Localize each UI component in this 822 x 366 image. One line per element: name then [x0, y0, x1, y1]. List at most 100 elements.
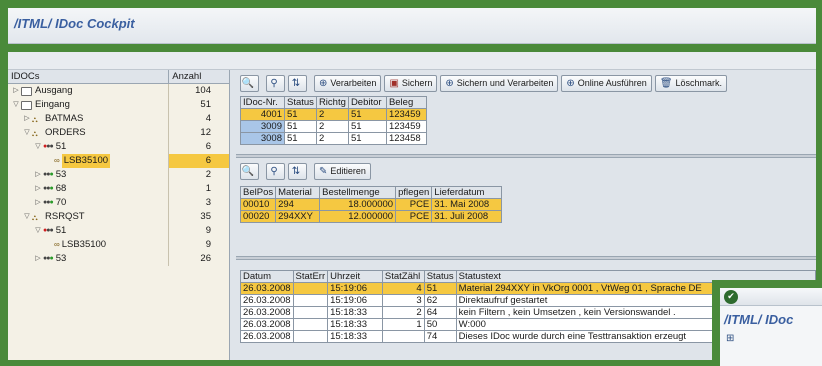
- status_table-header[interactable]: StatZähl: [381, 270, 425, 283]
- table-row[interactable]: 00020 294XXY 12.000000 PCE 31. Juli 2008: [239, 210, 503, 223]
- expand-arrow-icon[interactable]: ▷: [33, 168, 43, 182]
- table-cell: 2: [315, 132, 349, 145]
- tree-node[interactable]: ▷ ⛬ BATMAS 4: [8, 112, 229, 126]
- tree-node-label: 53: [55, 253, 67, 264]
- table-cell: 4001: [240, 108, 285, 121]
- pos_table-header[interactable]: BelPos: [239, 186, 277, 199]
- tree-header-anzahl[interactable]: Anzahl: [169, 70, 229, 83]
- table-cell: 31. Juli 2008: [431, 210, 503, 223]
- splitter[interactable]: [236, 154, 816, 158]
- tree-node[interactable]: ▽ ●●● 51 9: [8, 224, 229, 238]
- tree-node-label-cell: ▽ ⛬ RSRQST: [8, 210, 170, 224]
- tree-icon[interactable]: ⊞: [726, 333, 822, 344]
- pos_table-header[interactable]: Lieferdatum: [431, 186, 503, 199]
- table-cell: 62: [423, 294, 457, 307]
- loeschmark-button[interactable]: 🗑 Löschmark.: [654, 74, 728, 92]
- tree-node-label-cell: ▷ ●●● 68: [8, 182, 170, 196]
- pos_table-header[interactable]: Material: [275, 186, 321, 199]
- table-cell: 51: [423, 282, 457, 295]
- tree-node[interactable]: ▽ Eingang 51: [8, 98, 229, 112]
- tree-node[interactable]: ▷ ●●● 53 2: [8, 168, 229, 182]
- idoc_table-header[interactable]: IDoc-Nr.: [240, 96, 285, 109]
- sichern-verarbeiten-button[interactable]: ⊕ Sichern und Verarbeiten: [440, 74, 559, 92]
- green-traffic-light-icon: ●●●: [43, 185, 54, 192]
- tree-node[interactable]: ▽ ⛬ RSRQST 35: [8, 210, 229, 224]
- table-cell: [381, 330, 425, 343]
- table-row[interactable]: 00010 294 18.000000 PCE 31. Mai 2008: [239, 198, 503, 211]
- table-cell: 31. Mai 2008: [431, 198, 503, 211]
- status_table-header[interactable]: Status: [423, 270, 457, 283]
- magnifier-icon: 🔍: [241, 77, 255, 89]
- table-cell: 3008: [240, 132, 285, 145]
- table-cell: PCE: [395, 210, 433, 223]
- check-icon[interactable]: ✔: [724, 289, 738, 304]
- sap-window: /ITML/ IDoc Cockpit IDOCs Anzahl ▷ Ausgan…: [8, 8, 816, 360]
- idoc_table-header[interactable]: Status: [284, 96, 317, 109]
- tree-node-label-cell: ▷ Ausgang: [8, 84, 170, 98]
- collapse-arrow-icon[interactable]: ▽: [33, 224, 43, 238]
- tree-node[interactable]: ▽ ⛬ ORDERS 12: [8, 126, 229, 140]
- expand-arrow-icon[interactable]: ▷: [33, 196, 43, 210]
- table-cell: [292, 306, 329, 319]
- table-cell: 18.000000: [319, 198, 397, 211]
- table-row[interactable]: 3008 51 2 51 123458: [240, 132, 427, 145]
- tree-body: ▷ Ausgang 104 ▽ Eingang 51 ▷ ⛬ BATMAS 4 ▽ ⛬ ORDERS 12…: [8, 84, 229, 266]
- collapse-arrow-icon[interactable]: ▽: [22, 210, 32, 224]
- position-table: BelPos Material Bestellmenge pflegen Lieferd…: [239, 186, 503, 223]
- tree-header-idocs[interactable]: IDOCs: [8, 70, 170, 83]
- tree-node[interactable]: ∞ LSB35100 9: [8, 238, 229, 252]
- tree-node[interactable]: ▷ ●●● 70 3: [8, 196, 229, 210]
- table-cell: 15:19:06: [327, 282, 383, 295]
- verarbeiten-button[interactable]: ⊕ Verarbeiten: [314, 74, 382, 92]
- collapse-arrow-icon[interactable]: ▽: [22, 126, 32, 140]
- pos_table-header[interactable]: Bestellmenge: [319, 186, 397, 199]
- tree-node[interactable]: ▷ ●●● 53 26: [8, 252, 229, 266]
- tree-node[interactable]: ▷ ●●● 68 1: [8, 182, 229, 196]
- expand-arrow-icon[interactable]: ▷: [33, 252, 43, 266]
- editieren-button[interactable]: ✎ Editieren: [314, 162, 371, 180]
- pos_table-header[interactable]: pflegen: [395, 186, 433, 199]
- pos-sort-button[interactable]: ⇅: [288, 162, 307, 180]
- table-cell: 26.03.2008: [240, 318, 294, 331]
- online-ausfuehren-button[interactable]: ⊕ Online Ausführen: [561, 74, 652, 92]
- status_table-header[interactable]: Datum: [240, 270, 294, 283]
- idoc_table-header[interactable]: Richtg: [315, 96, 349, 109]
- pos-filter-button[interactable]: ⚲: [266, 162, 285, 180]
- collapse-arrow-icon[interactable]: ▽: [33, 140, 43, 154]
- collapse-arrow-icon[interactable]: ▽: [11, 98, 21, 112]
- tree-node[interactable]: ▷ Ausgang 104: [8, 84, 229, 98]
- details-button[interactable]: 🔍: [240, 74, 259, 92]
- title-bar: /ITML/ IDoc Cockpit: [8, 8, 816, 44]
- idoc_table-header[interactable]: Beleg: [385, 96, 427, 109]
- sort-button[interactable]: ⇅: [288, 74, 307, 92]
- tree-node-label: 70: [55, 197, 67, 208]
- table-cell: 51: [347, 132, 387, 145]
- tree-node-count: 6: [205, 141, 211, 152]
- filter-button[interactable]: ⚲: [266, 74, 285, 92]
- table-row[interactable]: 3009 51 2 51 123459: [240, 120, 427, 133]
- table-cell: 3: [381, 294, 425, 307]
- tree-node[interactable]: ∞ LSB35100 6: [8, 154, 229, 168]
- status_table-header[interactable]: Uhrzeit: [327, 270, 383, 283]
- table-cell: 2: [381, 306, 425, 319]
- tree-node-count: 4: [205, 113, 211, 124]
- execute-icon: ⊕: [319, 77, 328, 89]
- tree-node[interactable]: ▽ ●●● 51 6: [8, 140, 229, 154]
- second-window[interactable]: ✔ /ITML/ IDoc ⊞: [712, 280, 822, 366]
- status_table-header[interactable]: StatErr: [292, 270, 329, 283]
- green-border-bar: [8, 44, 816, 52]
- table-cell: 15:18:33: [327, 318, 383, 331]
- expand-arrow-icon[interactable]: ▷: [11, 84, 21, 98]
- second-window-title: /ITML/ IDoc: [724, 312, 794, 327]
- red-traffic-light-icon: ●●●: [43, 143, 54, 150]
- pos-details-button[interactable]: 🔍: [240, 162, 259, 180]
- sichern-button[interactable]: ▣ Sichern: [384, 74, 438, 92]
- table-row[interactable]: 4001 51 2 51 123459: [240, 108, 427, 121]
- idoc_table-header[interactable]: Debitor: [347, 96, 387, 109]
- tree-node-count: 51: [200, 99, 211, 110]
- splitter-2[interactable]: [236, 256, 816, 260]
- table-cell: 51: [347, 108, 387, 121]
- expand-arrow-icon[interactable]: ▷: [33, 182, 43, 196]
- expand-arrow-icon[interactable]: ▷: [22, 112, 32, 126]
- green-traffic-light-icon: ●●●: [43, 255, 54, 262]
